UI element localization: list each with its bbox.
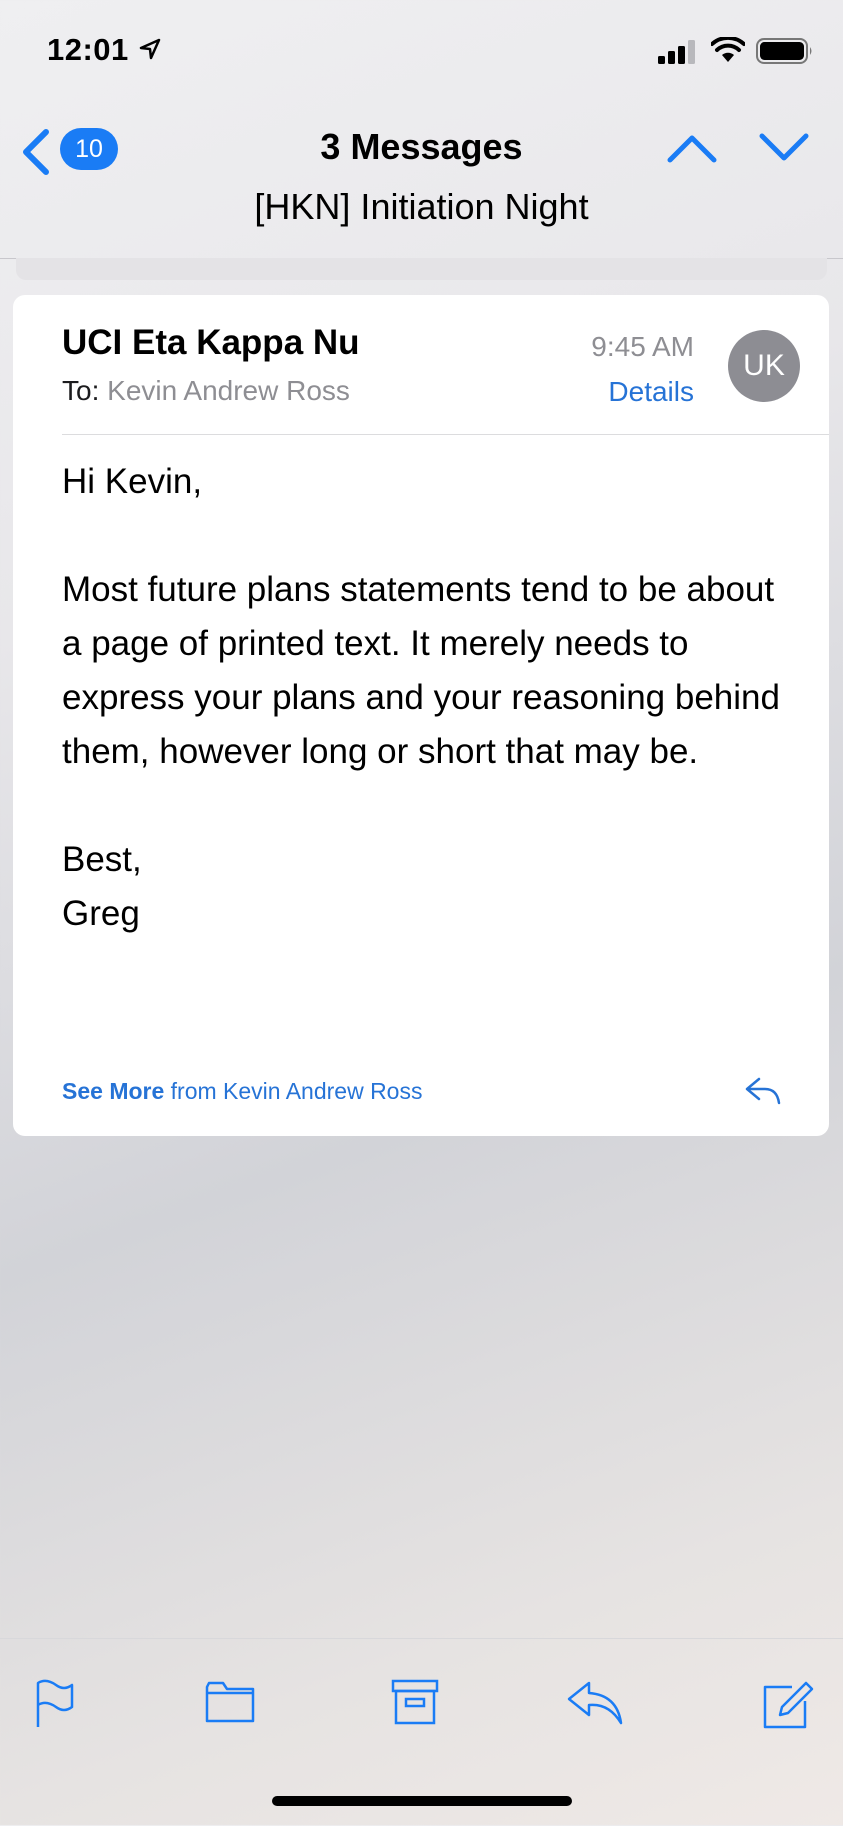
status-bar: 12:01 xyxy=(0,0,843,100)
wifi-icon xyxy=(711,37,745,62)
flag-icon[interactable] xyxy=(34,1679,76,1729)
see-more-label[interactable]: See More xyxy=(62,1078,164,1104)
greeting: Hi Kevin, xyxy=(62,462,203,501)
closing: Best, xyxy=(62,840,142,879)
status-time: 12:01 xyxy=(47,32,129,67)
details-link[interactable]: Details xyxy=(608,376,694,408)
collapsed-messages-stack[interactable] xyxy=(16,258,827,280)
message-time: 9:45 AM xyxy=(591,331,694,362)
header-divider xyxy=(62,434,829,435)
recipient-row: To: Kevin Andrew Ross xyxy=(62,375,350,407)
chevron-down-icon[interactable] xyxy=(758,130,810,164)
recipient-name[interactable]: Kevin Andrew Ross xyxy=(107,375,350,406)
see-more-link[interactable]: See More from Kevin Andrew Ross xyxy=(62,1078,422,1105)
reply-icon[interactable] xyxy=(743,1075,783,1107)
thread-subject: [HKN] Initiation Night xyxy=(254,186,589,227)
cellular-signal-icon xyxy=(658,40,695,64)
signature: Greg xyxy=(62,894,140,933)
see-more-suffix[interactable]: from Kevin Andrew Ross xyxy=(164,1078,423,1104)
navigation-bar: 10 3 Messages [HKN] Initiation Night xyxy=(0,100,843,259)
chevron-up-icon[interactable] xyxy=(666,130,718,164)
message-card: UCI Eta Kappa Nu To: Kevin Andrew Ross 9… xyxy=(13,295,829,1136)
avatar[interactable]: UK xyxy=(728,330,800,402)
message-body: Hi Kevin, Most future plans statements t… xyxy=(62,455,802,941)
folder-icon[interactable] xyxy=(205,1679,255,1725)
home-indicator[interactable] xyxy=(272,1796,572,1806)
sender-name[interactable]: UCI Eta Kappa Nu xyxy=(62,323,360,363)
to-label: To: xyxy=(62,375,100,406)
location-arrow-icon xyxy=(139,38,161,60)
body-paragraph: Most future plans statements tend to be … xyxy=(62,570,780,771)
archive-icon[interactable] xyxy=(391,1679,439,1725)
reply-icon[interactable] xyxy=(565,1679,625,1727)
compose-icon[interactable] xyxy=(762,1679,814,1731)
battery-icon xyxy=(756,38,812,64)
